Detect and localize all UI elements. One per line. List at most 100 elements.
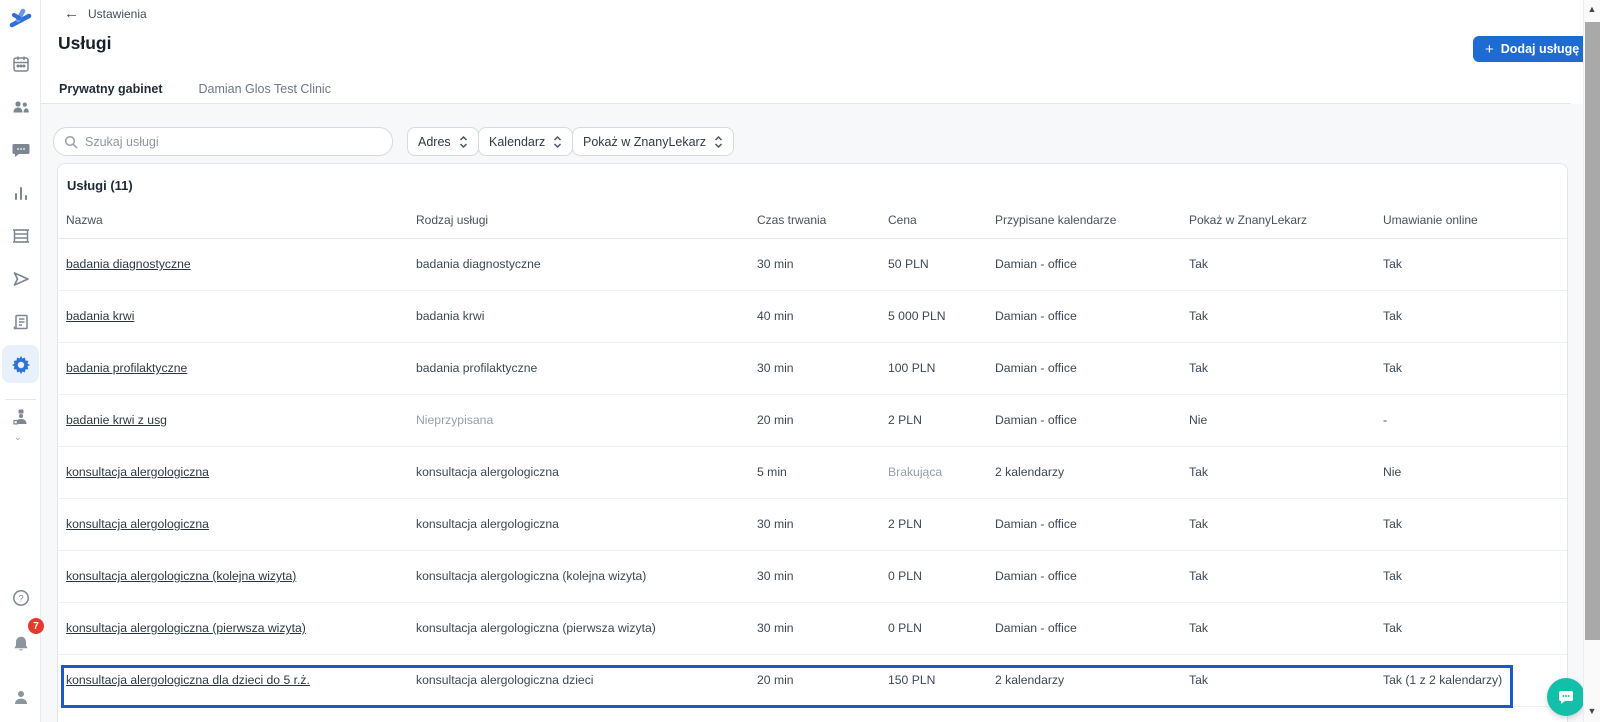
- filter-pokaz-w-znanylekarz-dropdown[interactable]: Pokaż w ZnanyLekarz: [572, 127, 734, 156]
- patients-icon[interactable]: [0, 93, 41, 121]
- service-online-booking: Tak (1 z 2 kalendarzy): [1383, 673, 1503, 687]
- filter-kalendarz-dropdown[interactable]: Kalendarz: [478, 127, 574, 156]
- column-czas-trwania: Czas trwania: [749, 202, 880, 239]
- service-price: 5 000 PLN: [888, 309, 946, 323]
- help-icon[interactable]: ?: [0, 584, 41, 612]
- statistics-icon[interactable]: [0, 179, 41, 207]
- service-row: badania diagnostyczne badania diagnostyc…: [58, 238, 1567, 291]
- column-cena: Cena: [880, 202, 987, 239]
- vertical-scrollbar[interactable]: ▲ ▼: [1583, 0, 1600, 722]
- back-arrow-icon[interactable]: ←: [64, 6, 79, 21]
- service-name-link[interactable]: konsultacja alergologiczna: [66, 465, 209, 479]
- service-price: Brakująca: [888, 465, 943, 479]
- icon-sidebar: ⌄ ? 7: [0, 0, 44, 722]
- svg-text:?: ?: [18, 594, 23, 605]
- chevron-up-down-icon: [459, 135, 467, 148]
- service-show-znanylekarz: Tak: [1189, 517, 1208, 531]
- service-type: Nieprzypisana: [416, 413, 494, 427]
- scrollbar-thumb[interactable]: [1585, 22, 1600, 640]
- breadcrumb-label[interactable]: Ustawienia: [88, 7, 147, 21]
- breadcrumb: ← Ustawienia: [64, 6, 147, 21]
- practice-chevron-down-icon[interactable]: ⌄: [14, 432, 22, 443]
- service-price: 0 PLN: [888, 569, 922, 583]
- table-header-row: Nazwa Rodzaj usługi Czas trwania Cena Pr…: [58, 202, 1567, 239]
- scrollbar-up-arrow[interactable]: ▲: [1584, 4, 1600, 14]
- notification-badge: 7: [28, 618, 44, 634]
- service-online-booking: Tak: [1383, 361, 1402, 375]
- filter-kalendarz-label: Kalendarz: [489, 134, 546, 149]
- service-name-link[interactable]: badania diagnostyczne: [66, 257, 191, 271]
- service-type: badania diagnostyczne: [416, 257, 541, 271]
- service-row: konsultacja alergologiczna konsultacja a…: [58, 498, 1567, 551]
- service-show-znanylekarz: Tak: [1189, 673, 1208, 687]
- service-type: badania profilaktyczne: [416, 361, 538, 375]
- service-price: 50 PLN: [888, 257, 929, 271]
- chat-bubble-icon: [1559, 691, 1573, 704]
- calendar-icon[interactable]: [0, 50, 41, 78]
- service-name-link[interactable]: konsultacja alergologiczna (kolejna wizy…: [66, 569, 296, 583]
- service-name-link[interactable]: konsultacja alergologiczna: [66, 517, 209, 531]
- service-calendars: Damian - office: [995, 361, 1077, 375]
- notifications-bell-icon[interactable]: [0, 630, 41, 658]
- service-duration: 5 min: [757, 465, 787, 479]
- column-rodzaj-uslugi: Rodzaj usługi: [408, 202, 749, 239]
- service-name-link[interactable]: badania krwi: [66, 309, 134, 323]
- column-pokaz-w-znanylekarz: Pokaż w ZnanyLekarz: [1181, 202, 1375, 239]
- service-duration: 30 min: [757, 621, 794, 635]
- billing-icon[interactable]: [0, 308, 41, 336]
- service-name-link[interactable]: konsultacja alergologiczna dla dzieci do…: [66, 673, 310, 687]
- search-icon: [64, 135, 78, 149]
- service-row: badania profilaktyczne badania profilakt…: [58, 342, 1567, 395]
- column-przypisane-kalendarze: Przypisane kalendarze: [987, 202, 1181, 239]
- service-duration: 20 min: [757, 673, 794, 687]
- filter-adres-label: Adres: [418, 134, 451, 149]
- service-show-znanylekarz: Tak: [1189, 465, 1208, 479]
- page-title: Usługi: [58, 33, 112, 53]
- service-calendars: Damian - office: [995, 621, 1077, 635]
- service-show-znanylekarz: Tak: [1189, 569, 1208, 583]
- chevron-up-down-icon: [554, 135, 562, 148]
- services-table-body: badania diagnostyczne badania diagnostyc…: [58, 238, 1567, 707]
- service-calendars: Damian - office: [995, 257, 1077, 271]
- column-nazwa: Nazwa: [58, 202, 408, 239]
- chat-fab-button[interactable]: [1547, 678, 1585, 716]
- service-name-link[interactable]: badanie krwi z usg: [66, 413, 167, 427]
- service-price: 2 PLN: [888, 413, 922, 427]
- service-show-znanylekarz: Tak: [1189, 621, 1208, 635]
- service-row: konsultacja alergologiczna dla dzieci do…: [58, 654, 1567, 707]
- profile-icon[interactable]: [0, 683, 41, 711]
- service-calendars: Damian - office: [995, 309, 1077, 323]
- service-row: konsultacja alergologiczna (kolejna wizy…: [58, 550, 1567, 603]
- app-logo-icon[interactable]: [0, 6, 41, 34]
- practice-icon[interactable]: [0, 403, 41, 431]
- scrollbar-down-arrow[interactable]: ▼: [1584, 706, 1600, 716]
- service-name-link[interactable]: konsultacja alergologiczna (pierwsza wiz…: [66, 621, 306, 635]
- service-calendars: 2 kalendarzy: [995, 673, 1065, 687]
- filter-adres-dropdown[interactable]: Adres: [407, 127, 479, 156]
- service-online-booking: Tak: [1383, 517, 1402, 531]
- services-list-icon[interactable]: [0, 222, 41, 250]
- chevron-up-down-icon: [714, 135, 723, 148]
- add-service-button[interactable]: + Dodaj usługę: [1473, 36, 1592, 62]
- service-type: konsultacja alergologiczna: [416, 517, 559, 531]
- service-show-znanylekarz: Tak: [1189, 309, 1208, 323]
- service-online-booking: -: [1383, 413, 1388, 427]
- service-type: konsultacja alergologiczna (kolejna wizy…: [416, 569, 647, 583]
- service-name-link[interactable]: badania profilaktyczne: [66, 361, 187, 375]
- service-row: badanie krwi z usg Nieprzypisana 20 min …: [58, 394, 1567, 447]
- services-table: Nazwa Rodzaj usługi Czas trwania Cena Pr…: [58, 202, 1567, 707]
- service-type: konsultacja alergologiczna dzieci: [416, 673, 594, 687]
- messages-icon[interactable]: [0, 136, 41, 164]
- service-calendars: 2 kalendarzy: [995, 465, 1065, 479]
- service-row: konsultacja alergologiczna (pierwsza wiz…: [58, 602, 1567, 655]
- search-input[interactable]: [85, 134, 382, 149]
- services-card: Usługi (11) Nazwa Rodzaj usługi Czas trw…: [57, 163, 1568, 722]
- plus-icon: +: [1485, 40, 1494, 58]
- campaigns-send-icon[interactable]: [0, 265, 41, 293]
- service-price: 100 PLN: [888, 361, 936, 375]
- add-service-button-label: Dodaj usługę: [1500, 42, 1580, 56]
- service-duration: 20 min: [757, 413, 794, 427]
- service-type: konsultacja alergologiczna: [416, 465, 559, 479]
- service-row: konsultacja alergologiczna konsultacja a…: [58, 446, 1567, 499]
- settings-gear-icon[interactable]: [0, 351, 41, 379]
